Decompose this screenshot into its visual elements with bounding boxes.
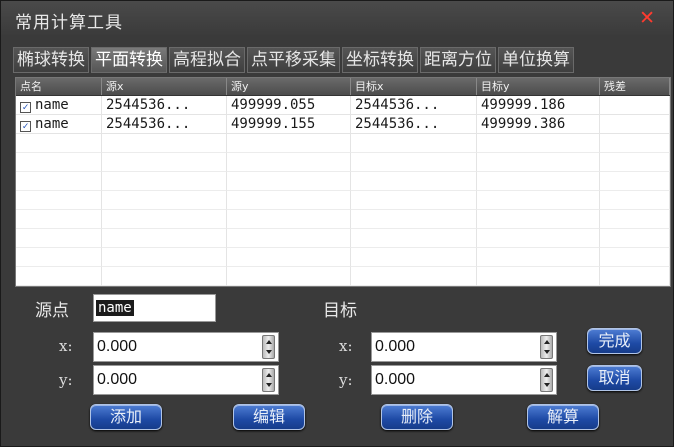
target-y-value: 0.000: [375, 371, 416, 388]
spin-arrows-icon[interactable]: [540, 368, 553, 392]
empty-row: [16, 267, 670, 286]
column-header-residual[interactable]: 残差: [600, 78, 670, 95]
target-x-cell: 2544536...: [351, 115, 477, 134]
residual-cell: [600, 115, 670, 134]
target-x-stepper[interactable]: 0.000: [371, 332, 557, 362]
target-y-cell: 499999.186: [477, 96, 600, 115]
tab-coordinate-transform[interactable]: 坐标转换: [342, 47, 418, 73]
target-x-label: x:: [339, 337, 353, 355]
add-button[interactable]: 添加: [90, 404, 162, 430]
column-header-source-y[interactable]: 源y: [227, 78, 351, 95]
tab-ellipsoid-transform[interactable]: 椭球转换: [13, 47, 89, 73]
cancel-button[interactable]: 取消: [587, 365, 642, 391]
target-x-value: 0.000: [375, 338, 416, 355]
source-y-cell: 499999.055: [227, 96, 351, 115]
source-y-label: y:: [59, 371, 73, 389]
target-label: 目标: [323, 301, 357, 321]
empty-row: [16, 172, 670, 191]
row-checkbox[interactable]: ✓: [20, 102, 31, 113]
point-name: name: [35, 116, 69, 132]
source-point-name-value: name: [96, 300, 134, 316]
source-point-name-input[interactable]: name: [93, 294, 216, 322]
tab-bar: 椭球转换 平面转换 高程拟合 点平移采集 坐标转换 距离方位 单位换算: [13, 47, 576, 73]
target-x-cell: 2544536...: [351, 96, 477, 115]
row-checkbox[interactable]: ✓: [20, 121, 31, 132]
target-y-label: y:: [339, 371, 353, 389]
target-y-cell: 499999.386: [477, 115, 600, 134]
calc-tool-window: 常用计算工具 ✕ 椭球转换 平面转换 高程拟合 点平移采集 坐标转换 距离方位 …: [0, 0, 674, 447]
source-x-label: x:: [59, 337, 73, 355]
source-y-value: 0.000: [97, 371, 138, 388]
empty-row: [16, 134, 670, 153]
source-y-stepper[interactable]: 0.000: [93, 365, 279, 395]
source-point-label: 源点: [35, 301, 69, 321]
table-header: 点名 源x 源y 目标x 目标y 残差: [16, 78, 670, 96]
source-x-value: 0.000: [97, 338, 138, 355]
empty-row: [16, 248, 670, 267]
window-title: 常用计算工具: [15, 13, 123, 33]
empty-row: [16, 210, 670, 229]
close-icon[interactable]: ✕: [639, 7, 655, 29]
point-name-cell: ✓ name: [16, 115, 102, 134]
spin-arrows-icon[interactable]: [540, 335, 553, 359]
target-y-stepper[interactable]: 0.000: [371, 365, 557, 395]
table-row[interactable]: ✓ name 2544536... 499999.055 2544536... 4…: [16, 96, 670, 115]
column-header-target-y[interactable]: 目标y: [477, 78, 600, 95]
done-button[interactable]: 完成: [587, 328, 642, 354]
source-x-cell: 2544536...: [102, 96, 227, 115]
tab-point-shift-collect[interactable]: 点平移采集: [247, 47, 340, 73]
empty-row: [16, 229, 670, 248]
empty-row: [16, 153, 670, 172]
source-y-cell: 499999.155: [227, 115, 351, 134]
tab-elevation-fit[interactable]: 高程拟合: [169, 47, 245, 73]
spin-arrows-icon[interactable]: [262, 335, 275, 359]
column-header-point-name[interactable]: 点名: [16, 78, 102, 95]
column-header-source-x[interactable]: 源x: [102, 78, 227, 95]
point-table[interactable]: 点名 源x 源y 目标x 目标y 残差 ✓ name 2544536... 499…: [15, 77, 671, 287]
table-row[interactable]: ✓ name 2544536... 499999.155 2544536... 4…: [16, 115, 670, 134]
tab-unit-conversion[interactable]: 单位换算: [498, 47, 574, 73]
residual-cell: [600, 96, 670, 115]
tab-distance-bearing[interactable]: 距离方位: [420, 47, 496, 73]
edit-button[interactable]: 编辑: [233, 404, 305, 430]
source-x-stepper[interactable]: 0.000: [93, 332, 279, 362]
source-x-cell: 2544536...: [102, 115, 227, 134]
delete-button[interactable]: 删除: [381, 404, 453, 430]
empty-row: [16, 191, 670, 210]
column-header-target-x[interactable]: 目标x: [351, 78, 477, 95]
solve-button[interactable]: 解算: [527, 404, 599, 430]
point-name-cell: ✓ name: [16, 96, 102, 115]
title-bar: 常用计算工具 ✕: [1, 1, 673, 37]
tab-plane-transform[interactable]: 平面转换: [91, 47, 167, 73]
spin-arrows-icon[interactable]: [262, 368, 275, 392]
point-name: name: [35, 97, 69, 113]
